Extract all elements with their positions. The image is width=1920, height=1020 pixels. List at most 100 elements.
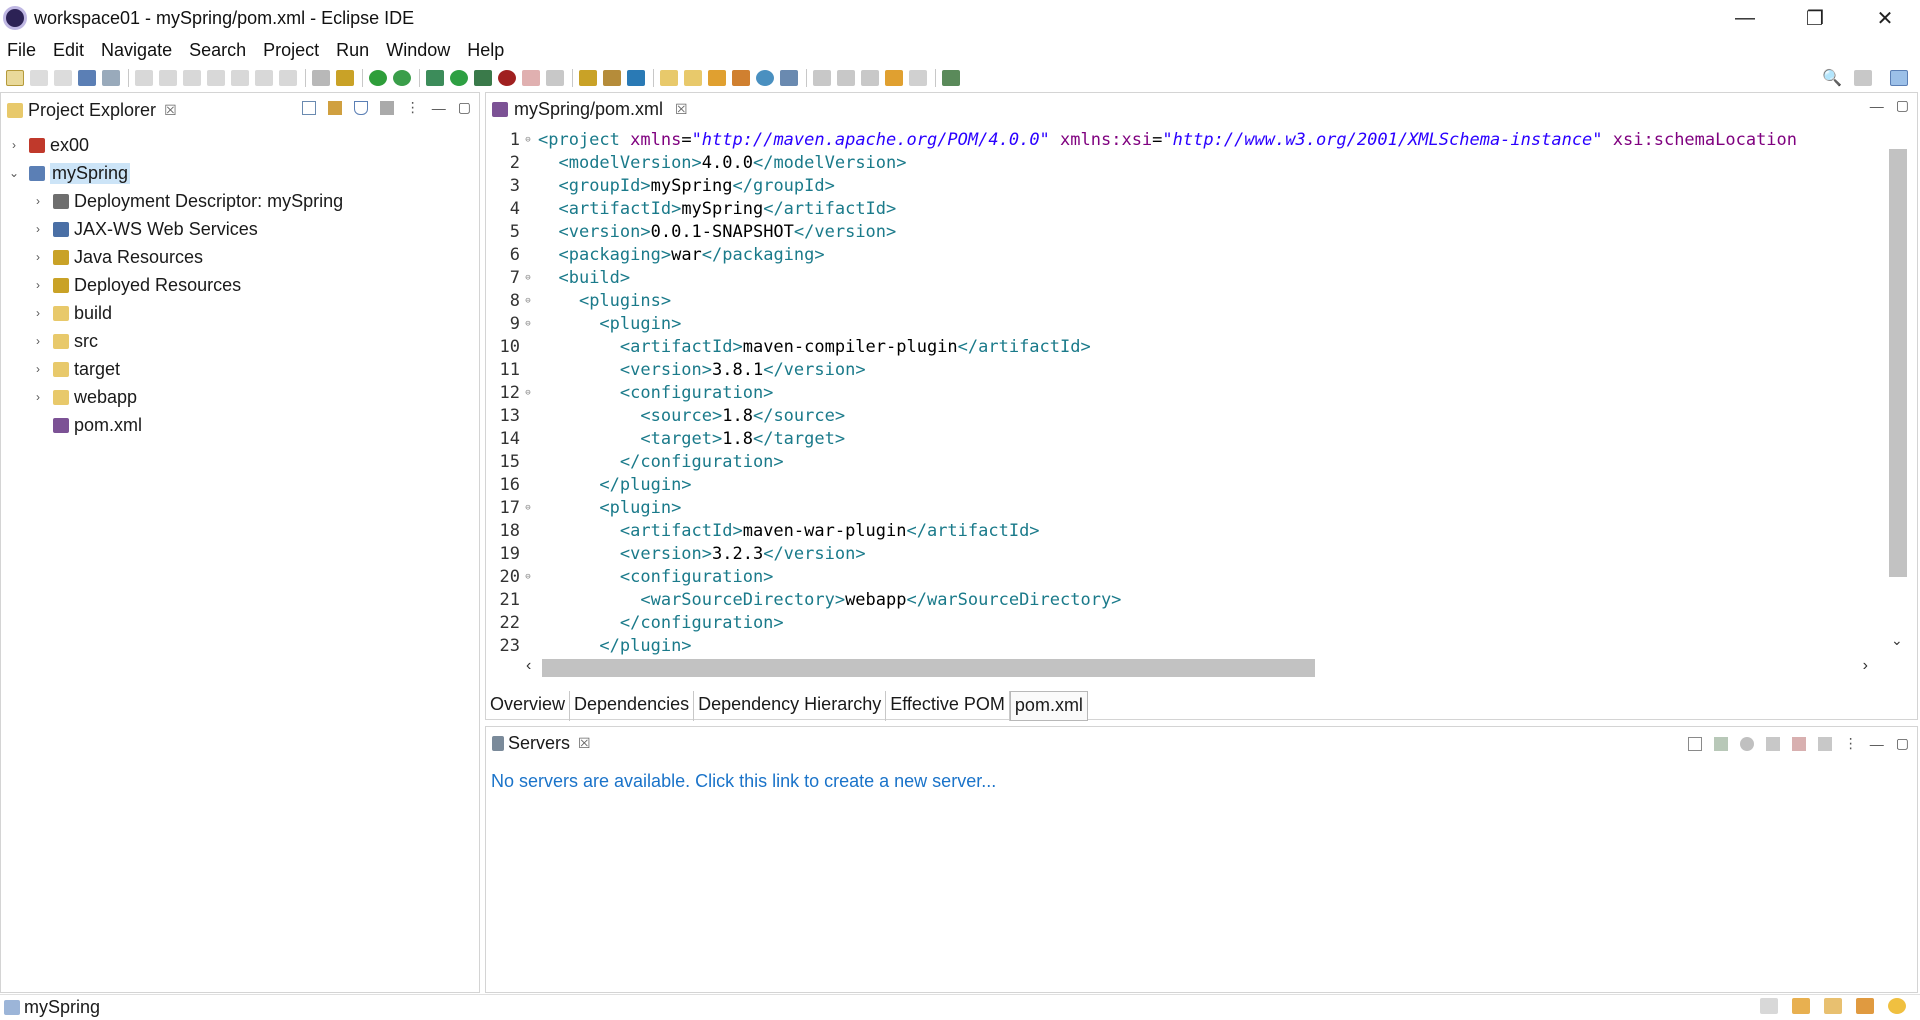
code-line[interactable]: 17 ⊖ <plugin>	[486, 497, 1881, 520]
expand-toggle-icon[interactable]: ›	[31, 194, 45, 208]
close-icon[interactable]: ☒	[578, 735, 591, 752]
maximize-editor-icon[interactable]: ▢	[1896, 97, 1909, 114]
terminate-icon[interactable]	[183, 70, 201, 86]
skip-breakpoints-icon[interactable]	[102, 70, 120, 86]
save-all-icon[interactable]	[54, 70, 72, 86]
search-icon[interactable]	[780, 70, 798, 86]
spring-icon[interactable]	[1792, 998, 1810, 1014]
new-java-project-icon[interactable]	[579, 70, 597, 86]
close-icon[interactable]: ☒	[164, 102, 177, 119]
java-ee-perspective-icon[interactable]	[1890, 70, 1908, 86]
expand-toggle-icon[interactable]: ›	[31, 250, 45, 264]
open-type-icon[interactable]	[312, 70, 330, 86]
code-line[interactable]: 22 </configuration>	[486, 612, 1881, 635]
expand-toggle-icon[interactable]: ›	[31, 334, 45, 348]
code-line[interactable]: 20 ⊖ <configuration>	[486, 566, 1881, 589]
maximize-view-icon[interactable]: ▢	[1896, 735, 1909, 752]
back-arrow-icon[interactable]	[885, 70, 903, 86]
minimize-view-icon[interactable]: —	[1870, 736, 1884, 752]
code-editor[interactable]: 1 ⊖ <project xmlns="http://maven.apache.or…	[486, 129, 1881, 655]
code-line[interactable]: 18 <artifactId>maven-war-plugin</artifac…	[486, 520, 1881, 543]
collapse-all-icon[interactable]	[1687, 736, 1702, 751]
refresh-server-icon[interactable]	[393, 70, 411, 86]
tree-item[interactable]: › Java Resources	[1, 243, 479, 271]
expand-toggle-icon[interactable]: ›	[31, 390, 45, 404]
tab-pom-xml[interactable]: pom.xml	[1009, 691, 1088, 721]
scroll-down-icon[interactable]: ⌄	[1891, 632, 1903, 649]
code-line[interactable]: 2 <modelVersion>4.0.0</modelVersion>	[486, 152, 1881, 175]
close-icon[interactable]: ☒	[675, 101, 688, 118]
marketplace-icon[interactable]	[1856, 998, 1874, 1014]
menu-edit[interactable]: Edit	[45, 40, 93, 61]
run-icon[interactable]	[450, 70, 468, 86]
menu-run[interactable]: Run	[328, 40, 378, 61]
tips-icon[interactable]	[1888, 998, 1906, 1014]
new-package-icon[interactable]	[603, 70, 621, 86]
tab-project-explorer[interactable]: Project Explorer ☒	[1, 93, 177, 127]
tree-item[interactable]: › build	[1, 299, 479, 327]
vertical-scrollbar[interactable]: ⌄	[1879, 129, 1917, 655]
terminal-icon[interactable]	[78, 70, 96, 86]
tree-item[interactable]: › webapp	[1, 383, 479, 411]
code-line[interactable]: 15 </configuration>	[486, 451, 1881, 474]
expand-toggle-icon[interactable]: ›	[31, 278, 45, 292]
tree-item[interactable]: › JAX-WS Web Services	[1, 215, 479, 243]
quick-access-search-icon[interactable]: 🔍	[1822, 68, 1842, 88]
tab-overview[interactable]: Overview	[486, 691, 571, 721]
code-line[interactable]: 21 <warSourceDirectory>webapp</warSource…	[486, 589, 1881, 612]
code-line[interactable]: 8 ⊖ <plugins>	[486, 290, 1881, 313]
code-line[interactable]: 9 ⊖ <plugin>	[486, 313, 1881, 336]
tree-item[interactable]: › target	[1, 355, 479, 383]
scroll-thumb[interactable]	[1889, 149, 1907, 577]
fold-toggle-icon[interactable]: ⊖	[522, 313, 534, 336]
stop-icon[interactable]	[522, 70, 540, 86]
expand-toggle-icon[interactable]: ›	[7, 138, 21, 152]
code-line[interactable]: 7 ⊖ <build>	[486, 267, 1881, 290]
focus-icon[interactable]	[379, 100, 394, 115]
menu-file[interactable]: File	[0, 40, 45, 61]
maximize-view-icon[interactable]: ▢	[458, 99, 471, 116]
new-class-icon[interactable]	[627, 70, 645, 86]
tab-pom-xml[interactable]: mySpring/pom.xml ☒	[486, 93, 688, 127]
prev-annotation-icon[interactable]	[837, 70, 855, 86]
step-return-icon[interactable]	[279, 70, 297, 86]
search-ref-icon[interactable]	[336, 70, 354, 86]
tree-item[interactable]: pom.xml	[1, 411, 479, 439]
fold-toggle-icon[interactable]: ⊖	[522, 290, 534, 313]
tasks-icon[interactable]	[1824, 998, 1842, 1014]
step-into-icon[interactable]	[231, 70, 249, 86]
view-menu-icon[interactable]: ⋮	[406, 99, 420, 116]
code-line[interactable]: 14 <target>1.8</target>	[486, 428, 1881, 451]
open-perspective-icon[interactable]	[1854, 70, 1872, 86]
tree-item[interactable]: › Deployed Resources	[1, 271, 479, 299]
forward-arrow-icon[interactable]	[909, 70, 927, 86]
pin-editor-icon[interactable]	[942, 70, 960, 86]
open-task-icon[interactable]	[732, 70, 750, 86]
code-line[interactable]: 6 <packaging>war</packaging>	[486, 244, 1881, 267]
tree-item[interactable]: › ex00	[1, 131, 479, 159]
menu-project[interactable]: Project	[255, 40, 328, 61]
scroll-right-icon[interactable]: ›	[1863, 657, 1868, 675]
spring-boot-icon[interactable]	[369, 70, 387, 86]
next-annotation-icon[interactable]	[813, 70, 831, 86]
scroll-left-icon[interactable]: ‹	[526, 657, 531, 675]
start-server-icon[interactable]	[1739, 736, 1754, 751]
menu-search[interactable]: Search	[181, 40, 255, 61]
menu-navigate[interactable]: Navigate	[93, 40, 181, 61]
debug-server-icon[interactable]	[1713, 736, 1728, 751]
code-line[interactable]: 5 <version>0.0.1-SNAPSHOT</version>	[486, 221, 1881, 244]
tree-item[interactable]: ⌄ mySpring	[1, 159, 479, 187]
publish-icon[interactable]	[1817, 736, 1832, 751]
expand-toggle-icon[interactable]: ›	[31, 222, 45, 236]
step-over-icon[interactable]	[255, 70, 273, 86]
code-line[interactable]: 19 <version>3.2.3</version>	[486, 543, 1881, 566]
fold-toggle-icon[interactable]: ⊖	[522, 267, 534, 290]
resume-icon[interactable]	[135, 70, 153, 86]
restore-button[interactable]: ❐	[1780, 0, 1850, 36]
coverage-icon[interactable]	[474, 70, 492, 86]
tab-effective-pom[interactable]: Effective POM	[886, 691, 1010, 721]
view-menu-icon[interactable]: ⋮	[1844, 735, 1858, 752]
collapse-all-icon[interactable]	[301, 100, 316, 115]
tree-item[interactable]: › Deployment Descriptor: mySpring	[1, 187, 479, 215]
expand-toggle-icon[interactable]: ›	[31, 362, 45, 376]
